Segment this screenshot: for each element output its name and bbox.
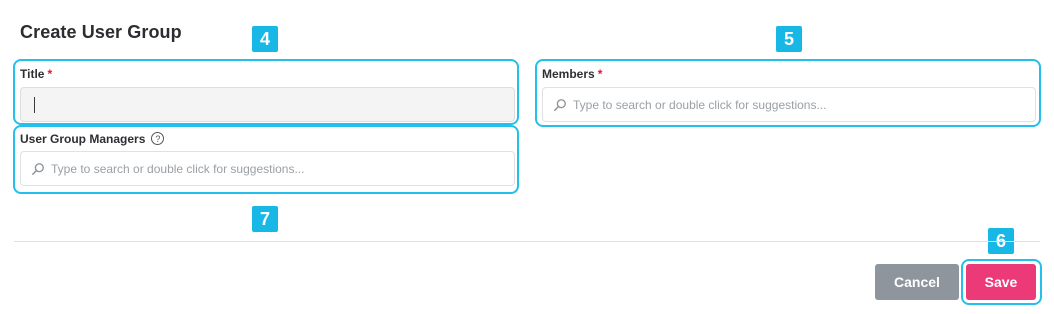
save-button[interactable]: Save [966, 264, 1036, 300]
annotation-badge-5: 5 [776, 26, 802, 52]
managers-label-text: User Group Managers [20, 132, 146, 146]
members-label: Members * [542, 67, 602, 81]
members-placeholder: Type to search or double click for sugge… [573, 97, 827, 112]
title-label-text: Title [20, 67, 45, 81]
required-mark: * [597, 67, 603, 81]
title-label: Title * [20, 67, 52, 81]
text-cursor [34, 96, 35, 113]
managers-search-input[interactable]: Type to search or double click for sugge… [20, 151, 515, 186]
search-icon [554, 98, 566, 111]
help-circle-icon[interactable]: ? [151, 132, 165, 146]
members-search-input[interactable]: Type to search or double click for sugge… [542, 87, 1036, 122]
title-input[interactable] [20, 87, 515, 122]
divider [14, 241, 1040, 242]
annotation-badge-7: 7 [252, 206, 278, 232]
page-title: Create User Group [20, 22, 182, 42]
annotation-badge-4: 4 [252, 26, 278, 52]
members-label-text: Members [542, 67, 595, 81]
required-mark: * [47, 67, 53, 81]
cancel-button[interactable]: Cancel [875, 264, 959, 300]
search-icon [32, 162, 44, 175]
managers-placeholder: Type to search or double click for sugge… [51, 161, 305, 176]
managers-label: User Group Managers? [20, 132, 165, 146]
